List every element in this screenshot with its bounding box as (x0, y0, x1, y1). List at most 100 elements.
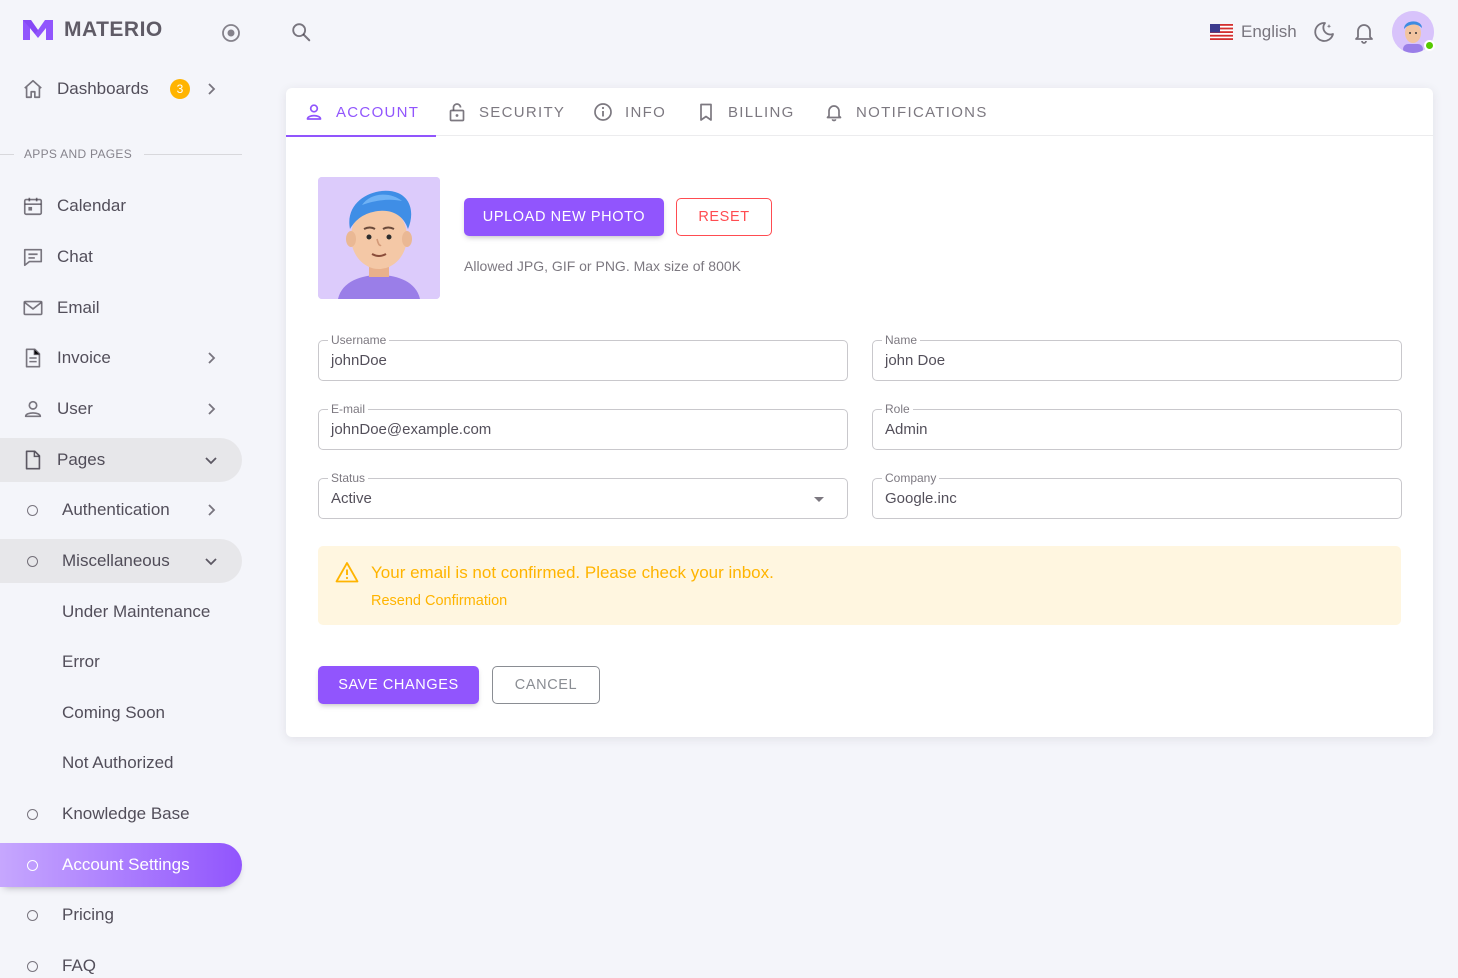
sidebar-item-error[interactable]: Error (0, 640, 242, 684)
online-status-dot (1424, 40, 1435, 51)
sidebar-item-email[interactable]: Email (0, 286, 242, 330)
sidebar-item-label: Email (57, 298, 100, 317)
info-icon (594, 103, 612, 121)
notification-count-badge: 3 (170, 79, 190, 99)
upload-photo-button[interactable]: UPLOAD NEW PHOTO (464, 198, 664, 236)
circle-outline-icon (27, 556, 38, 567)
sidebar-item-label: Miscellaneous (62, 551, 170, 570)
field-value: Active (331, 490, 372, 507)
tab-notifications[interactable]: NOTIFICATIONS (824, 88, 988, 136)
chevron-right-icon (208, 403, 216, 415)
photo-upload-hint: Allowed JPG, GIF or PNG. Max size of 800… (464, 258, 741, 274)
reset-photo-button[interactable]: RESET (676, 198, 772, 236)
sidebar-item-label: Calendar (57, 196, 126, 215)
role-field[interactable]: Role Admin (872, 402, 1402, 450)
chevron-down-icon (205, 558, 217, 566)
circle-outline-icon (27, 910, 38, 921)
tab-billing[interactable]: BILLING (696, 88, 795, 136)
field-label: Role (882, 402, 913, 416)
theme-toggle-moon-icon[interactable] (1312, 20, 1336, 44)
user-avatar[interactable] (1392, 11, 1435, 54)
sidebar-item-label: Knowledge Base (62, 804, 190, 823)
field-label: Status (328, 471, 369, 485)
sidebar-item-label: User (57, 399, 93, 418)
notification-bell-icon[interactable] (1352, 20, 1376, 44)
name-field[interactable]: Name john Doe (872, 333, 1402, 381)
search-icon[interactable] (290, 21, 312, 43)
sidebar-item-dashboards[interactable]: Dashboards 3 (0, 67, 242, 111)
tab-account[interactable]: ACCOUNT (285, 88, 437, 137)
sidebar-item-account-settings[interactable]: Account Settings (0, 843, 242, 887)
sidebar-item-knowledge-base[interactable]: Knowledge Base (0, 792, 242, 836)
sidebar-item-label: Account Settings (62, 855, 190, 874)
sidebar-item-under-maintenance[interactable]: Under Maintenance (0, 590, 242, 634)
field-value: johnDoe@example.com (331, 421, 492, 438)
username-field[interactable]: Username johnDoe (318, 333, 848, 381)
language-selector[interactable]: English (1210, 22, 1297, 42)
sidebar-item-pricing[interactable]: Pricing (0, 893, 242, 937)
sidebar-item-label: Under Maintenance (62, 602, 211, 621)
tab-label: NOTIFICATIONS (856, 103, 988, 121)
sidebar-item-chat[interactable]: Chat (0, 235, 242, 279)
tab-label: INFO (625, 103, 667, 121)
sidebar-item-calendar[interactable]: Calendar (0, 184, 242, 228)
field-label: Company (882, 471, 940, 485)
sidebar-item-label: FAQ (62, 956, 97, 975)
status-select[interactable]: Status Active (318, 471, 848, 519)
sidebar-item-label: Error (62, 652, 100, 671)
email-field[interactable]: E-mail johnDoe@example.com (318, 402, 848, 450)
company-field[interactable]: Company Google.inc (872, 471, 1402, 519)
file-document-icon (25, 348, 41, 368)
sidebar-item-pages[interactable]: Pages (0, 438, 242, 482)
user-icon (24, 400, 42, 418)
tab-label: BILLING (728, 103, 795, 121)
settings-tabs: ACCOUNT SECURITY INFO BILLING NOTIFICATI… (285, 88, 1433, 137)
cancel-button[interactable]: CANCEL (492, 666, 600, 704)
field-label: E-mail (328, 402, 369, 416)
tab-security[interactable]: SECURITY (447, 88, 565, 136)
field-label: Username (328, 333, 390, 347)
collapse-toggle-icon[interactable] (221, 23, 241, 43)
home-icon (24, 79, 42, 99)
sidebar-item-not-authorized[interactable]: Not Authorized (0, 741, 242, 785)
field-value: Google.inc (885, 490, 957, 507)
field-value: Admin (885, 421, 928, 438)
circle-outline-icon (27, 860, 38, 871)
field-value: john Doe (885, 352, 946, 369)
sidebar-item-label: Authentication (62, 500, 170, 519)
sidebar-item-user[interactable]: User (0, 387, 242, 431)
email-warning-alert: Your email is not confirmed. Please chec… (318, 546, 1401, 625)
email-icon (23, 300, 43, 316)
section-header-apps-and-pages: APPS AND PAGES (0, 146, 242, 162)
brand-name: MATERIO (64, 18, 163, 41)
sidebar-item-faq[interactable]: FAQ (0, 944, 242, 978)
brand[interactable]: MATERIO (22, 18, 163, 42)
sidebar-item-authentication[interactable]: Authentication (0, 488, 242, 532)
save-changes-button[interactable]: SAVE CHANGES (318, 666, 479, 704)
sidebar-item-label: Chat (57, 247, 93, 266)
chevron-right-icon (208, 504, 216, 516)
language-label: English (1241, 22, 1297, 41)
materio-logo-icon (23, 20, 53, 40)
us-flag-icon (1210, 24, 1233, 40)
tab-label: SECURITY (479, 103, 566, 121)
sidebar-item-label: Pages (57, 450, 106, 469)
profile-photo (318, 177, 440, 299)
sidebar-item-miscellaneous[interactable]: Miscellaneous (0, 539, 242, 583)
sidebar-item-label: Pricing (62, 905, 114, 924)
sidebar-item-invoice[interactable]: Invoice (0, 336, 242, 380)
sidebar: MATERIO Dashboards 3 APPS AND PAGES Cale… (0, 0, 260, 978)
chevron-right-icon (208, 352, 216, 364)
tab-info[interactable]: INFO (593, 88, 666, 136)
circle-outline-icon (27, 961, 38, 972)
account-settings-card: ACCOUNT SECURITY INFO BILLING NOTIFICATI… (285, 88, 1433, 737)
sidebar-item-label: Invoice (57, 348, 111, 367)
sidebar-item-label: Not Authorized (62, 753, 174, 772)
account-icon (306, 104, 322, 120)
file-icon (25, 450, 41, 470)
circle-outline-icon (27, 809, 38, 820)
tab-label: ACCOUNT (336, 103, 420, 121)
resend-confirmation-link[interactable]: Resend Confirmation (371, 593, 507, 609)
sidebar-item-coming-soon[interactable]: Coming Soon (0, 691, 242, 735)
bell-outline-icon (826, 105, 842, 122)
